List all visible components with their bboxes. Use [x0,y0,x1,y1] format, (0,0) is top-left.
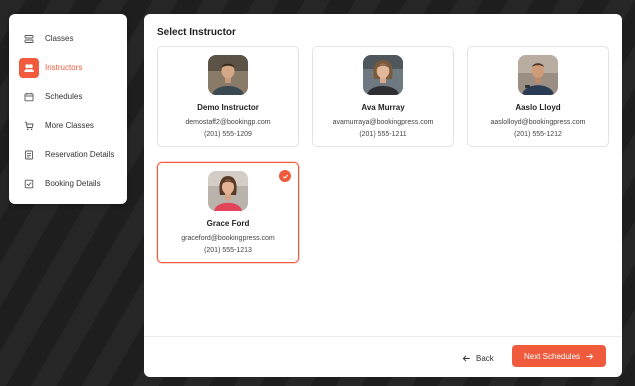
instructor-panel: Select Instructor Demo Instructor demost… [144,14,622,377]
instructor-card-aaslo-lloyd[interactable]: Aaslo Lloyd aaslolloyd@bookingpress.com … [467,46,609,147]
sidebar-item-more-classes[interactable]: More Classes [17,111,119,140]
sidebar-item-label: More Classes [45,121,94,130]
sidebar-item-label: Instructors [45,63,83,72]
sidebar-item-label: Schedules [45,92,83,101]
avatar [208,171,248,211]
instructor-email: avamurraya@bookingpress.com [332,119,434,126]
document-icon [19,145,39,165]
instructor-card-demo-instructor[interactable]: Demo Instructor demostaff2@bookingp.com … [157,46,299,147]
instructor-email: demostaff2@bookingp.com [185,119,271,126]
instructor-name: Ava Murray [361,103,405,112]
sidebar-item-booking-details[interactable]: Booking Details [17,169,119,198]
next-schedules-button[interactable]: Next Schedules [512,345,606,367]
arrow-right-icon [586,352,594,360]
instructor-phone: (201) 555-1211 [359,131,407,138]
instructor-name: Grace Ford [206,219,250,228]
instructor-phone: (201) 555-1209 [204,131,252,138]
page-title: Select Instructor [157,27,236,38]
step-sidebar: Classes Instructors Schedules More Class… [9,14,127,204]
instructor-email: graceford@bookingpress.com [181,235,275,242]
sidebar-item-label: Reservation Details [45,150,115,159]
next-button-label: Next Schedules [523,351,581,361]
sidebar-item-classes[interactable]: Classes [17,24,119,53]
sidebar-item-label: Booking Details [45,179,101,188]
instructor-name: Demo Instructor [197,103,259,112]
instructor-email: aaslolloyd@bookingpress.com [490,119,586,126]
calendar-icon [19,87,39,107]
avatar [208,55,248,95]
avatar [363,55,403,95]
users-icon [19,57,39,78]
checklist-icon [19,174,39,194]
instructor-name: Aaslo Lloyd [515,103,561,112]
back-button-label: Back [476,353,494,363]
back-button[interactable]: Back [462,349,494,367]
footer-divider [144,336,622,337]
arrow-left-icon [462,354,470,362]
sidebar-item-instructors[interactable]: Instructors [17,53,119,82]
instructor-phone: (201) 555-1212 [514,131,562,138]
sidebar-item-reservation-details[interactable]: Reservation Details [17,140,119,169]
selected-check-icon [279,170,291,182]
instructor-card-ava-murray[interactable]: Ava Murray avamurraya@bookingpress.com (… [312,46,454,147]
list-icon [19,29,39,49]
cart-icon [19,116,39,136]
sidebar-item-label: Classes [45,34,74,43]
instructor-card-grace-ford[interactable]: Grace Ford graceford@bookingpress.com (2… [157,162,299,263]
sidebar-item-schedules[interactable]: Schedules [17,82,119,111]
instructor-phone: (201) 555-1213 [204,247,252,254]
avatar [518,55,558,95]
